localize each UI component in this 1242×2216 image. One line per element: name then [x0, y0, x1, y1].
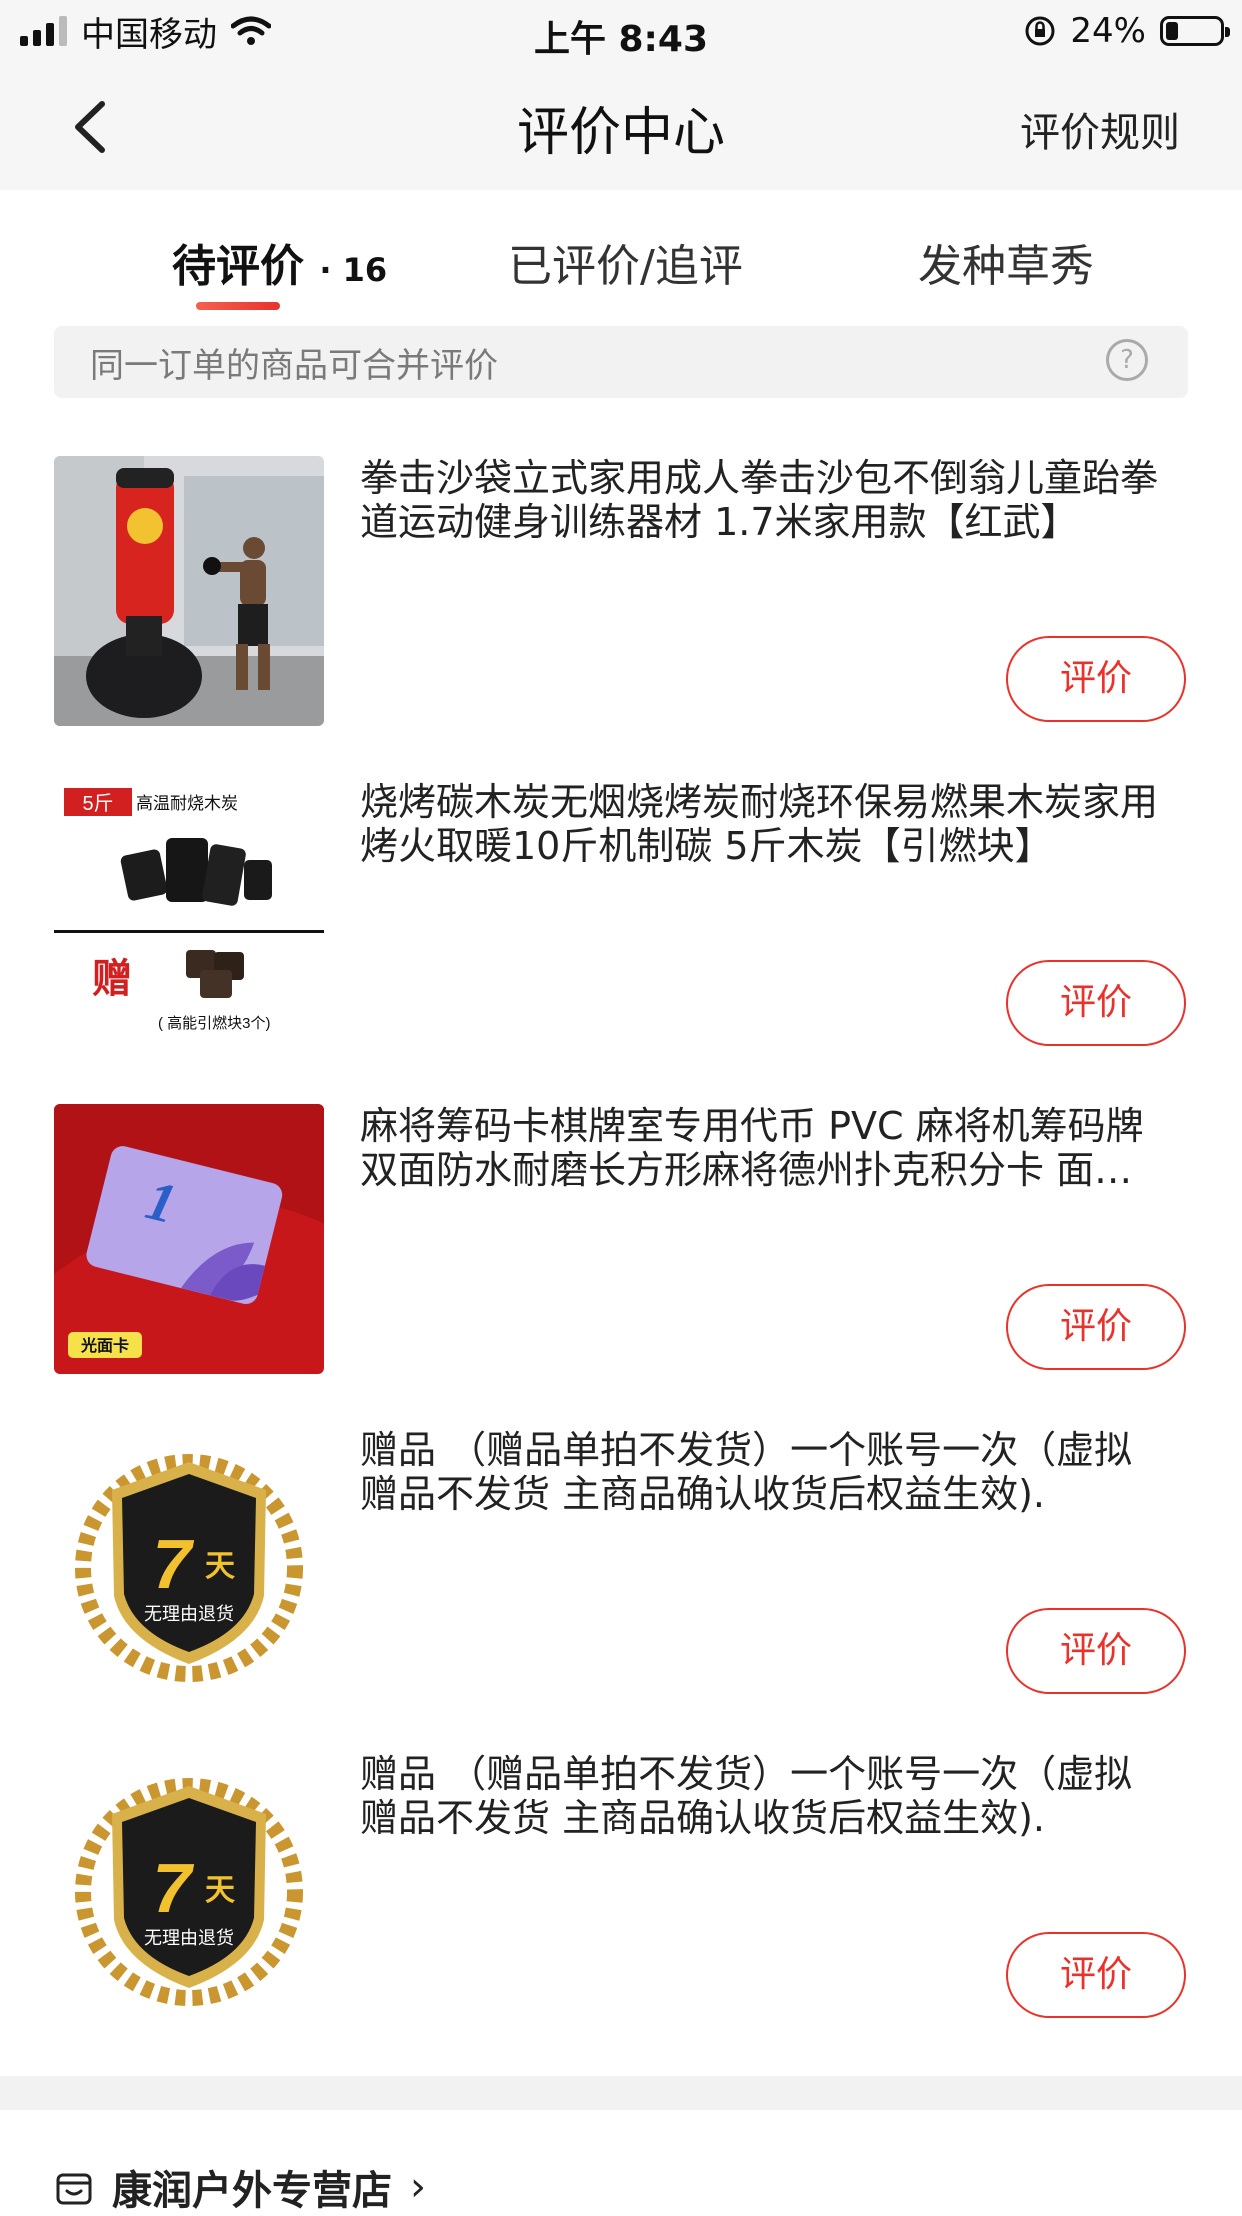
product-title[interactable]: 拳击沙袋立式家用成人拳击沙包不倒翁儿童跆拳道运动健身训练器材 1.7米家用款【红… [360, 456, 1170, 544]
tab-pending-review[interactable]: 待评价 · 16 [172, 230, 387, 294]
badge-unit: 天 [205, 1550, 235, 1583]
rotation-lock-icon [1025, 16, 1055, 46]
battery-icon [1160, 16, 1230, 46]
shop-header[interactable]: 康润户外专营店 › [54, 2158, 426, 2216]
product-thumbnail[interactable]: 7 天 无理由退货 [54, 1428, 324, 1698]
tab-reviewed[interactable]: 已评价/追评 [508, 230, 743, 294]
product-title[interactable]: 赠品 （赠品单拍不发货）一个账号一次（虚拟赠品不发货 主商品确认收货后权益生效)… [360, 1428, 1170, 1516]
product-title[interactable]: 烧烤碳木炭无烟烧烤炭耐烧环保易燃果木炭家用烤火取暖10斤机制碳 5斤木炭【引燃块… [360, 780, 1170, 868]
review-item: 拳击沙袋立式家用成人拳击沙包不倒翁儿童跆拳道运动健身训练器材 1.7米家用款【红… [0, 456, 1242, 780]
badge-unit: 天 [205, 1874, 235, 1907]
tab-count: · 16 [319, 251, 388, 289]
product-thumbnail[interactable] [54, 456, 324, 726]
notice-text: 同一订单的商品可合并评价 [90, 346, 498, 386]
shop-name[interactable]: 康润户外专营店 [112, 2158, 392, 2216]
status-bar: 中国移动 上午 8:43 24% [0, 0, 1242, 62]
nav-bar: 评价中心 评价规则 [0, 62, 1242, 190]
chevron-right-icon: › [410, 2164, 426, 2210]
active-tab-indicator [196, 302, 280, 310]
status-right: 24% [1024, 10, 1230, 52]
seven-day-return-badge-image: 7 天 无理由退货 [54, 1752, 324, 2022]
thumb-tag: 5斤 [82, 792, 113, 815]
merge-review-notice: 同一订单的商品可合并评价 ? [54, 326, 1188, 398]
review-button[interactable]: 评价 [1006, 1284, 1186, 1370]
punching-bag-image [54, 456, 324, 726]
badge-line: 无理由退货 [144, 1928, 234, 1948]
thumb-gift-glyph: 赠 [92, 956, 132, 1001]
tab-bar: 待评价 · 16 已评价/追评 发种草秀 [0, 190, 1242, 320]
seven-day-return-badge-image: 7 天 无理由退货 [54, 1428, 324, 1698]
review-button[interactable]: 评价 [1006, 1608, 1186, 1694]
product-title[interactable]: 麻将筹码卡棋牌室专用代币 PVC 麻将机筹码牌双面防水耐磨长方形麻将德州扑克积分… [360, 1104, 1170, 1192]
section-divider [0, 2076, 1242, 2110]
help-icon[interactable]: ? [1106, 339, 1148, 381]
thumb-caption: 高温耐烧木炭 [136, 794, 238, 813]
badge-big-number: 7 [153, 1525, 195, 1603]
review-button[interactable]: 评价 [1006, 960, 1186, 1046]
thumb-badge: 光面卡 [80, 1336, 129, 1355]
charcoal-image: 5斤 高温耐烧木炭 赠 ( 高能引燃块3个) [54, 780, 324, 1050]
thumb-note: ( 高能引燃块3个) [158, 1014, 271, 1032]
review-item: 7 天 无理由退货 赠品 （赠品单拍不发货）一个账号一次（虚拟赠品不发货 主商品… [0, 1752, 1242, 2076]
review-item: 5斤 高温耐烧木炭 赠 ( 高能引燃块3个) 烧烤碳木炭无烟烧烤炭耐烧环保易燃果… [0, 780, 1242, 1104]
review-rules-link[interactable]: 评价规则 [1020, 100, 1180, 158]
product-thumbnail[interactable]: 1 光面卡 [54, 1104, 324, 1374]
badge-line: 无理由退货 [144, 1604, 234, 1624]
chip-card-image: 1 光面卡 [54, 1104, 324, 1374]
tab-share-post[interactable]: 发种草秀 [918, 230, 1094, 294]
review-item: 1 光面卡 麻将筹码卡棋牌室专用代币 PVC 麻将机筹码牌双面防水耐磨长方形麻将… [0, 1104, 1242, 1428]
review-button[interactable]: 评价 [1006, 1932, 1186, 2018]
tab-label: 待评价 [172, 241, 304, 292]
review-button[interactable]: 评价 [1006, 636, 1186, 722]
product-title[interactable]: 赠品 （赠品单拍不发货）一个账号一次（虚拟赠品不发货 主商品确认收货后权益生效)… [360, 1752, 1170, 1840]
product-thumbnail[interactable]: 7 天 无理由退货 [54, 1752, 324, 2022]
product-thumbnail[interactable]: 5斤 高温耐烧木炭 赠 ( 高能引燃块3个) [54, 780, 324, 1050]
store-icon [56, 2173, 92, 2205]
review-item: 7 天 无理由退货 赠品 （赠品单拍不发货）一个账号一次（虚拟赠品不发货 主商品… [0, 1428, 1242, 1752]
badge-big-number: 7 [153, 1849, 195, 1927]
battery-percent: 24% [1070, 11, 1146, 51]
